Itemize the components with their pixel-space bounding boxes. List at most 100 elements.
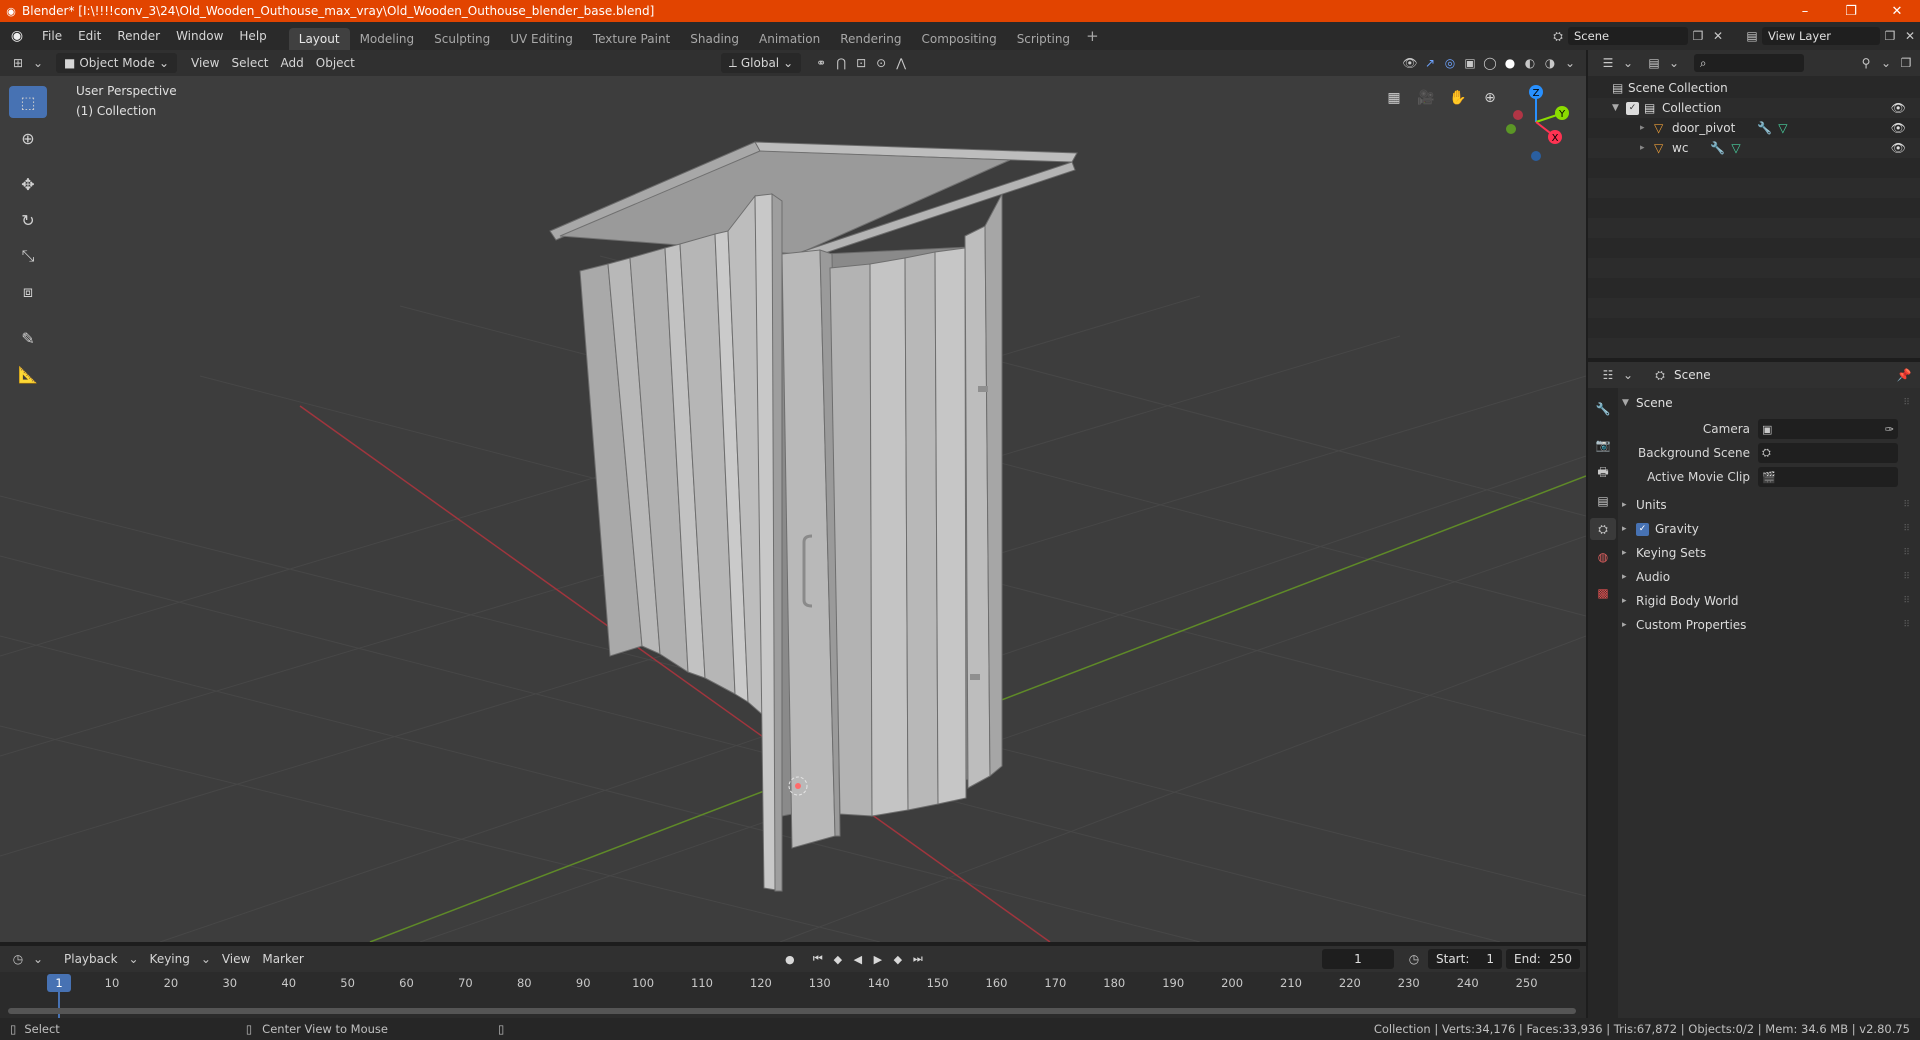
- menu-window[interactable]: Window: [168, 22, 231, 50]
- outhouse-model[interactable]: [549, 141, 1078, 892]
- shading-options-icon[interactable]: ⌄: [1560, 53, 1580, 73]
- tab-sculpting[interactable]: Sculpting: [424, 28, 500, 50]
- menu-help[interactable]: Help: [231, 22, 274, 50]
- tab-texture-paint[interactable]: Texture Paint: [583, 28, 680, 50]
- menu-file[interactable]: File: [34, 22, 70, 50]
- play-reverse-icon[interactable]: ◀: [848, 949, 868, 969]
- drag-handle-icon[interactable]: ⠿: [1903, 548, 1910, 558]
- menu-edit[interactable]: Edit: [70, 22, 109, 50]
- menu-render[interactable]: Render: [109, 22, 168, 50]
- eye-icon[interactable]: 👁: [1891, 141, 1906, 155]
- start-frame-field[interactable]: Start: 1: [1428, 949, 1502, 969]
- transform-orientation-dropdown[interactable]: ⟂ Global ⌄: [720, 53, 802, 73]
- tab-uv-editing[interactable]: UV Editing: [500, 28, 583, 50]
- scene-icon[interactable]: ⛭: [1548, 26, 1568, 46]
- add-workspace-button[interactable]: +: [1086, 27, 1099, 45]
- annotate-tool-icon[interactable]: ✎: [9, 322, 47, 354]
- tab-compositing[interactable]: Compositing: [911, 28, 1006, 50]
- tab-layout[interactable]: Layout: [288, 28, 350, 50]
- outliner-row-door-pivot[interactable]: ▸ ▽ door_pivot 🔧 ▽ 👁: [1588, 118, 1920, 138]
- close-button[interactable]: ✕: [1874, 0, 1920, 22]
- scene-tab-icon[interactable]: ⛭: [1590, 518, 1616, 540]
- menu-select[interactable]: Select: [225, 53, 274, 73]
- eye-icon[interactable]: 👁: [1891, 101, 1906, 115]
- tool-tab-icon[interactable]: 🔧: [1590, 398, 1616, 420]
- prev-keyframe-icon[interactable]: ◆: [828, 949, 848, 969]
- overlay-toggle-icon[interactable]: ◎: [1440, 53, 1460, 73]
- delete-view-layer-icon[interactable]: ✕: [1900, 26, 1920, 46]
- navigation-gizmo[interactable]: Z Y X: [1480, 76, 1586, 166]
- blender-logo-icon[interactable]: ◉: [0, 28, 34, 44]
- filter-icon[interactable]: ⚲: [1856, 53, 1876, 73]
- pivot-point-icon[interactable]: ⚭: [811, 53, 831, 73]
- select-box-tool-icon[interactable]: ⬚: [9, 86, 47, 118]
- eye-icon[interactable]: 👁: [1891, 121, 1906, 135]
- tab-rendering[interactable]: Rendering: [830, 28, 911, 50]
- visibility-icon[interactable]: 👁: [1400, 53, 1420, 73]
- expand-arrow-icon[interactable]: ▼: [1612, 103, 1626, 113]
- mesh-data-icon[interactable]: ▽: [1731, 141, 1740, 155]
- play-icon[interactable]: ▶: [868, 949, 888, 969]
- drag-handle-icon[interactable]: ⠿: [1903, 398, 1910, 408]
- menu-add[interactable]: Add: [275, 53, 310, 73]
- properties-editor-icon[interactable]: ☷: [1598, 365, 1618, 385]
- snap-icon[interactable]: ⋂: [831, 53, 851, 73]
- movie-clip-field[interactable]: 🎬: [1758, 467, 1898, 487]
- scale-tool-icon[interactable]: ⤡: [9, 240, 47, 272]
- camera-view-icon[interactable]: 🎥: [1414, 86, 1438, 110]
- modifier-wrench-icon[interactable]: 🔧: [1710, 141, 1725, 155]
- display-mode-icon[interactable]: ▤: [1644, 53, 1664, 73]
- editor-type-icon[interactable]: ⊞: [8, 53, 28, 73]
- record-icon[interactable]: ●: [780, 949, 800, 969]
- maximize-button[interactable]: ❐: [1828, 0, 1874, 22]
- drag-handle-icon[interactable]: ⠿: [1903, 500, 1910, 510]
- xray-icon[interactable]: ▣: [1460, 53, 1480, 73]
- jump-start-icon[interactable]: ⏮: [808, 949, 828, 969]
- delete-scene-icon[interactable]: ✕: [1708, 26, 1728, 46]
- background-scene-field[interactable]: ⛭: [1758, 443, 1898, 463]
- menu-marker[interactable]: Marker: [256, 949, 309, 969]
- tab-animation[interactable]: Animation: [749, 28, 830, 50]
- wireframe-shading-icon[interactable]: ◯: [1480, 53, 1500, 73]
- menu-timeline-view[interactable]: View: [216, 949, 256, 969]
- timeline-editor-icon[interactable]: ◷: [8, 949, 28, 969]
- measure-tool-icon[interactable]: 📐: [9, 358, 47, 390]
- outliner-editor-icon[interactable]: ☰: [1598, 53, 1618, 73]
- material-shading-icon[interactable]: ◐: [1520, 53, 1540, 73]
- outliner-row-scene-collection[interactable]: ▤ Scene Collection: [1588, 78, 1920, 98]
- menu-playback[interactable]: Playback: [58, 949, 124, 969]
- transform-tool-icon[interactable]: ⧈: [9, 276, 47, 308]
- camera-field[interactable]: ▣ ✑: [1758, 419, 1898, 439]
- pan-hand-icon[interactable]: ✋: [1446, 86, 1470, 110]
- texture-tab-icon[interactable]: ▩: [1590, 582, 1616, 604]
- tab-scripting[interactable]: Scripting: [1007, 28, 1080, 50]
- timeline-scrollbar[interactable]: [8, 1008, 1576, 1014]
- drag-handle-icon[interactable]: ⠿: [1903, 596, 1910, 606]
- cursor-tool-icon[interactable]: ⊕: [9, 122, 47, 154]
- output-tab-icon[interactable]: 🖶: [1590, 462, 1616, 484]
- snap-target-icon[interactable]: ⊡: [851, 53, 871, 73]
- eyedropper-icon[interactable]: ✑: [1885, 423, 1894, 436]
- menu-view[interactable]: View: [185, 53, 225, 73]
- keying-sets-panel[interactable]: ▸ Keying Sets ⠿: [1622, 542, 1916, 564]
- view-layer-icon[interactable]: ▤: [1742, 26, 1762, 46]
- modifier-wrench-icon[interactable]: 🔧: [1757, 121, 1772, 135]
- proportional-edit-icon[interactable]: ⊙: [871, 53, 891, 73]
- new-collection-icon[interactable]: ❐: [1896, 53, 1916, 73]
- gizmo-toggle-icon[interactable]: ↗: [1420, 53, 1440, 73]
- gravity-panel[interactable]: ▸ ✓ Gravity ⠿: [1622, 518, 1916, 540]
- jump-end-icon[interactable]: ⏭: [908, 949, 928, 969]
- preview-range-icon[interactable]: ◷: [1404, 949, 1424, 969]
- audio-panel[interactable]: ▸ Audio ⠿: [1622, 566, 1916, 588]
- minimize-button[interactable]: –: [1782, 0, 1828, 22]
- end-frame-field[interactable]: End: 250: [1506, 949, 1580, 969]
- scene-selector[interactable]: Scene: [1568, 27, 1688, 45]
- expand-arrow-icon[interactable]: ▸: [1640, 123, 1654, 133]
- drag-handle-icon[interactable]: ⠿: [1903, 524, 1910, 534]
- rigid-body-world-panel[interactable]: ▸ Rigid Body World ⠿: [1622, 590, 1916, 612]
- new-scene-icon[interactable]: ❐: [1688, 26, 1708, 46]
- current-frame-field[interactable]: 1: [1322, 949, 1394, 969]
- scene-panel-header[interactable]: ▼ Scene ⠿: [1622, 392, 1916, 414]
- mode-dropdown[interactable]: ■ Object Mode ⌄: [56, 53, 177, 73]
- drag-handle-icon[interactable]: ⠿: [1903, 620, 1910, 630]
